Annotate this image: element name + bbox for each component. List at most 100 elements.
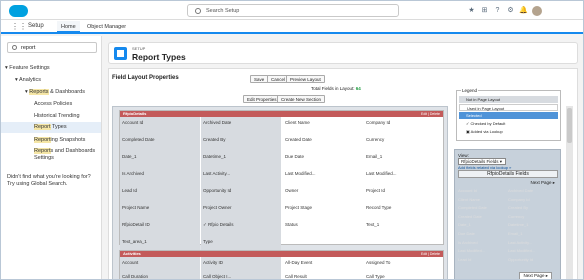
field-cell[interactable]: Call Type bbox=[364, 271, 444, 279]
check-icon: ✓ bbox=[203, 222, 207, 227]
tab-object-manager[interactable]: Object Manager bbox=[83, 21, 130, 33]
preview-layout-button[interactable]: Preview Layout bbox=[286, 75, 325, 83]
report-types-icon bbox=[114, 47, 127, 60]
tree-reports-dashboards-settings[interactable]: Reports and Dashboards Settings bbox=[34, 148, 100, 162]
next-page-link[interactable]: Next Page ▸ bbox=[530, 180, 555, 186]
tree-access-policies[interactable]: Access Policies bbox=[34, 101, 72, 107]
field-cell[interactable]: Datetime_1 bbox=[201, 151, 281, 168]
global-search[interactable]: Search Setup bbox=[187, 4, 399, 17]
field-cell[interactable]: Project Id bbox=[364, 185, 444, 202]
search-placeholder: Search Setup bbox=[206, 8, 240, 14]
field-cell[interactable]: Record Type bbox=[364, 202, 444, 219]
next-page-button[interactable]: Next Page ▸ bbox=[519, 272, 552, 279]
field-cell[interactable]: Project Name bbox=[120, 202, 200, 219]
field-column: Account Call Duration bbox=[120, 257, 200, 279]
field-cell[interactable]: Activity ID bbox=[201, 257, 281, 271]
list-item[interactable]: Date_1 Datetime_1 bbox=[458, 222, 558, 231]
field-cell[interactable]: Due Date bbox=[283, 151, 363, 168]
legend-item: ✓ Checked by Default bbox=[466, 121, 506, 126]
field-cell[interactable]: Project Owner bbox=[201, 202, 281, 219]
tree-reporting-snapshots[interactable]: Reporting Snapshots bbox=[34, 137, 85, 143]
field-cell[interactable]: Project Stage bbox=[283, 202, 363, 219]
setup-sidebar: report ▾ Feature Settings ▾ Analytics ▾ … bbox=[1, 36, 102, 279]
field-cell[interactable]: Status bbox=[283, 219, 363, 236]
list-item[interactable]: Last Modified... Last Modified... bbox=[458, 248, 558, 257]
field-cell[interactable]: Created By bbox=[201, 134, 281, 151]
field-cell[interactable]: Account Id bbox=[120, 117, 200, 134]
field-cell[interactable]: All-Day Event bbox=[283, 257, 363, 271]
field-cell[interactable]: Last Modified... bbox=[283, 168, 363, 185]
field-cell[interactable]: Email_1 bbox=[364, 151, 444, 168]
create-new-section-button[interactable]: Create New Section bbox=[277, 95, 326, 103]
field-cell[interactable]: Date_1 bbox=[120, 151, 200, 168]
search-icon bbox=[12, 45, 17, 50]
field-cell[interactable]: Call Result bbox=[283, 271, 363, 279]
tree-historical-trending[interactable]: Historical Trending bbox=[34, 113, 80, 119]
list-item[interactable]: Created Date Currency bbox=[458, 214, 558, 223]
field-cell[interactable]: Account bbox=[120, 257, 200, 271]
quick-find-input[interactable]: report bbox=[7, 42, 97, 53]
field-cell[interactable]: Completed Date bbox=[120, 134, 200, 151]
field-cell[interactable]: ✓ Rfpio Details bbox=[201, 219, 281, 236]
tree-analytics[interactable]: ▾ Analytics bbox=[15, 77, 41, 83]
search-icon bbox=[195, 8, 201, 14]
header-icons: ★ ⊞ ? ⚙ 🔔 bbox=[467, 5, 542, 16]
field-cell[interactable]: Opportunity Id bbox=[201, 185, 281, 202]
field-cell[interactable]: Call Duration bbox=[120, 271, 200, 279]
field-cell[interactable]: Currency bbox=[364, 134, 444, 151]
field-cell[interactable]: Owner bbox=[283, 185, 363, 202]
field-cell[interactable]: Last Activity... bbox=[201, 168, 281, 185]
section-activities[interactable]: Activities Edit | Delete Account Call Dur… bbox=[119, 250, 444, 279]
palette-header: RfpioDetails Fields bbox=[458, 170, 558, 178]
help-icon[interactable]: ? bbox=[493, 6, 502, 15]
lookup-icon: ▣ bbox=[466, 129, 470, 134]
field-cell[interactable]: Is Archived bbox=[120, 168, 200, 185]
vertical-scrollbar[interactable] bbox=[566, 106, 573, 279]
field-cell[interactable]: Archived Date bbox=[201, 117, 281, 134]
field-cell[interactable]: Client Name bbox=[283, 117, 363, 134]
tree-report-types[interactable]: Report Types bbox=[1, 122, 101, 133]
legend: Legend Not in Page Layout Used in Page L… bbox=[456, 88, 561, 141]
list-item[interactable]: Account Id Archived Date bbox=[458, 188, 558, 197]
list-item[interactable]: Due Date Email_1 bbox=[458, 231, 558, 240]
list-item[interactable]: Is Archived Last Activity... bbox=[458, 240, 558, 249]
field-cell[interactable]: Assigned To bbox=[364, 257, 444, 271]
favorites-icon[interactable]: ★ bbox=[467, 6, 476, 15]
field-column: Company Id Currency Email_1 Last Modifie… bbox=[364, 117, 444, 236]
edit-properties-button[interactable]: Edit Properties bbox=[243, 95, 281, 103]
quick-find-value: report bbox=[21, 45, 36, 51]
help-text: Didn't find what you're looking for? Try… bbox=[7, 174, 91, 187]
legend-item: Selected bbox=[459, 112, 558, 119]
field-cell[interactable]: Lead Id bbox=[120, 185, 200, 202]
scrollbar-thumb[interactable] bbox=[567, 108, 572, 143]
field-cell[interactable]: Last Modified... bbox=[364, 168, 444, 185]
add-icon[interactable]: ⊞ bbox=[480, 6, 489, 15]
field-column: Assigned To Call Type bbox=[364, 257, 444, 279]
field-cell[interactable]: Text_1 bbox=[364, 219, 444, 236]
save-button[interactable]: Save bbox=[250, 75, 269, 83]
page-title: Report Types bbox=[132, 52, 186, 62]
list-item[interactable]: Client Name Company Id bbox=[458, 197, 558, 206]
legend-title: Legend bbox=[461, 88, 479, 93]
field-cell[interactable]: Company Id bbox=[364, 117, 444, 134]
gear-icon[interactable]: ⚙ bbox=[506, 6, 515, 15]
layout-title: Field Layout Properties bbox=[112, 75, 179, 81]
field-column: Client Name Created Date Due Date Last M… bbox=[283, 117, 363, 236]
tree-feature-settings[interactable]: ▾ Feature Settings bbox=[5, 65, 50, 71]
field-column: Activity ID Call Object I... bbox=[201, 257, 281, 279]
field-cell[interactable]: Call Object I... bbox=[201, 271, 281, 279]
list-item[interactable]: Lead Id Opportunity Id bbox=[458, 257, 558, 266]
tree-reports-dashboards[interactable]: ▾ Reports & Dashboards bbox=[25, 89, 85, 95]
notifications-icon[interactable]: 🔔 bbox=[519, 6, 528, 15]
layout-canvas: RfpioDetails Edit | Delete Account Id Com… bbox=[112, 106, 448, 279]
tab-home[interactable]: Home bbox=[57, 21, 80, 33]
section-rfpiodetails[interactable]: RfpioDetails Edit | Delete Account Id Com… bbox=[119, 110, 444, 253]
view-select[interactable]: RfpioDetails Fields ▾ bbox=[458, 158, 506, 165]
field-cell[interactable]: RfpioDetail ID bbox=[120, 219, 200, 236]
page-eyebrow: SETUP bbox=[132, 46, 146, 51]
salesforce-logo[interactable] bbox=[9, 5, 28, 17]
field-cell[interactable]: Created Date bbox=[283, 134, 363, 151]
avatar[interactable] bbox=[532, 5, 542, 16]
list-item[interactable]: Completed Date Created By bbox=[458, 205, 558, 214]
app-launcher-icon[interactable]: ⋮⋮ bbox=[11, 23, 27, 32]
